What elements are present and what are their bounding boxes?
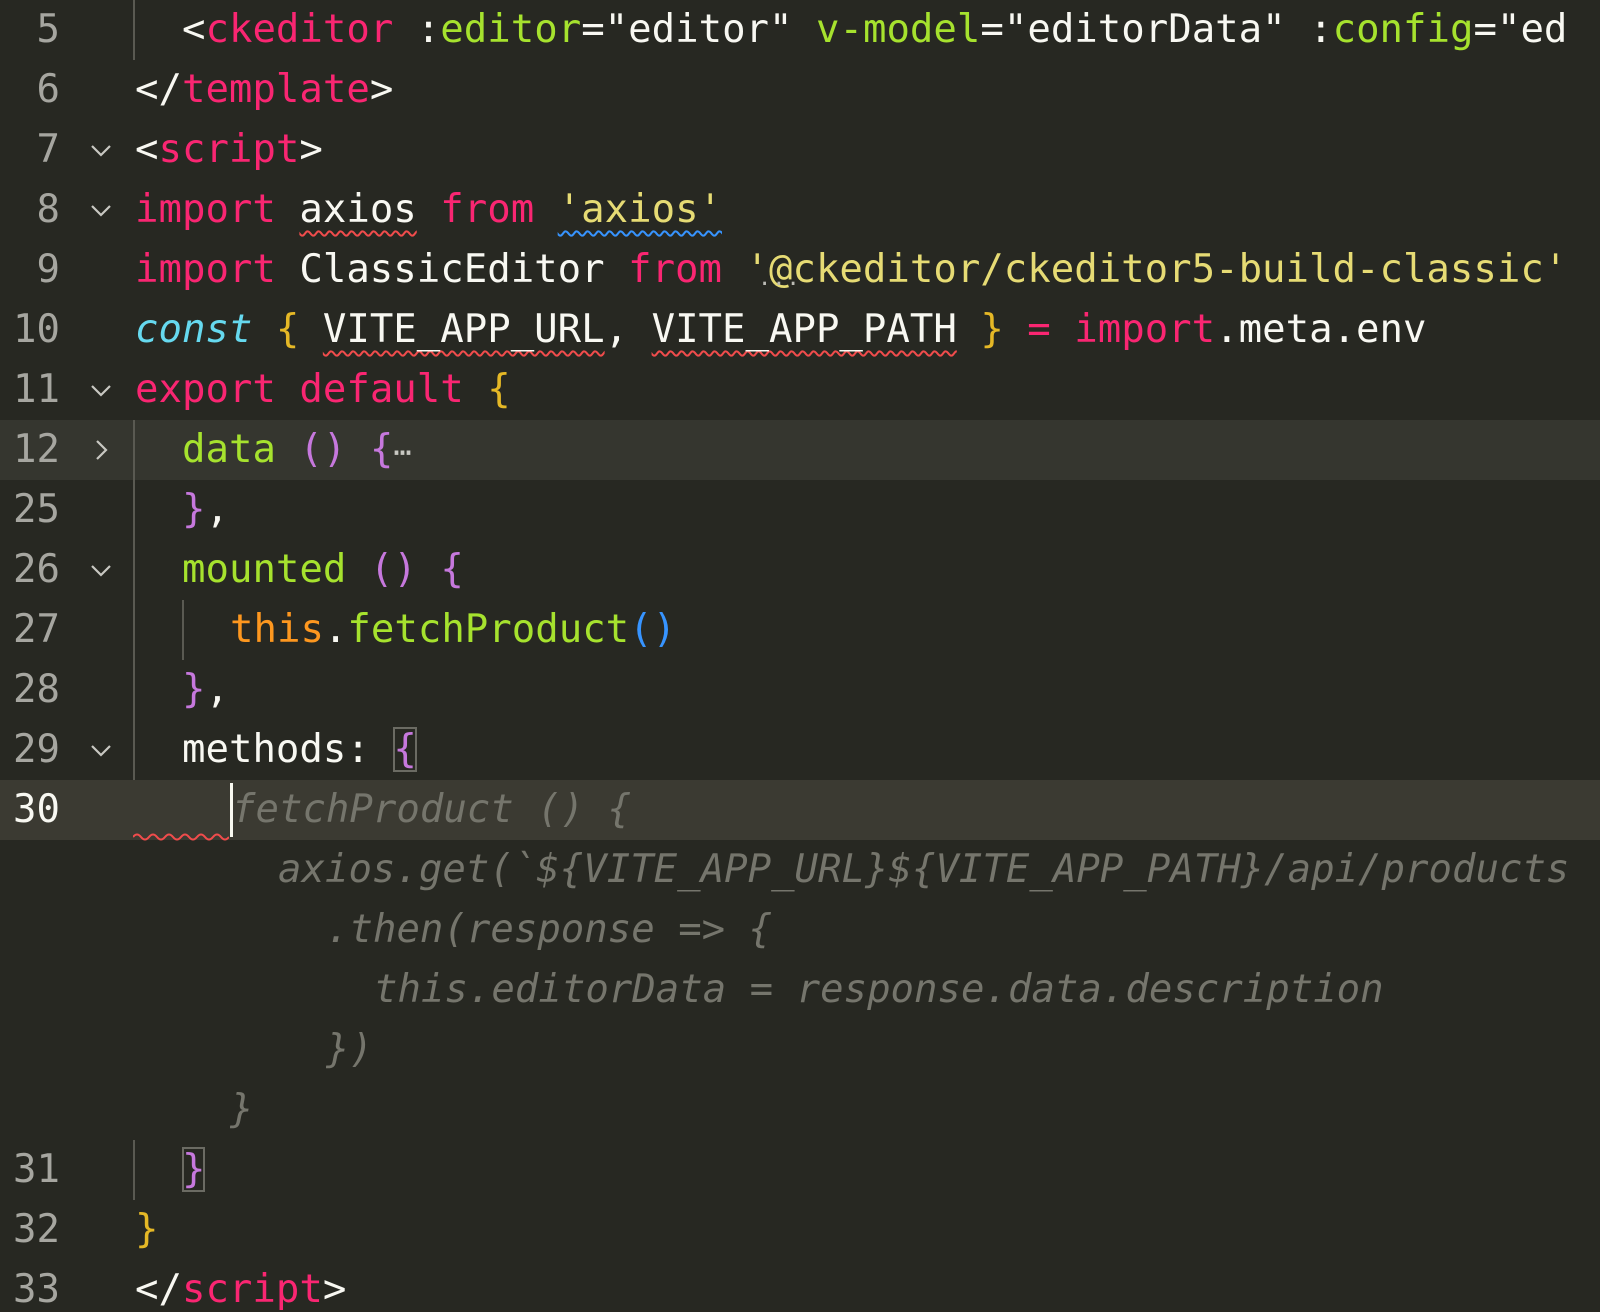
inline-suggestion-text: fetchProduct () {	[232, 787, 632, 832]
code-text: data () {⋯	[182, 427, 412, 472]
code-line[interactable]: 27 this.fetchProduct()	[0, 600, 1600, 660]
code-line[interactable]: 32 }	[0, 1200, 1600, 1260]
chevron-down-icon[interactable]	[87, 180, 115, 240]
code-line-current[interactable]: 30 fetchProduct () {	[0, 780, 1600, 841]
inline-suggestion-text: axios.get(`${VITE_APP_URL}${VITE_APP_PAT…	[278, 847, 1570, 892]
line-number: 27	[13, 607, 60, 652]
code-text: }	[182, 1140, 206, 1200]
chevron-right-icon[interactable]	[87, 420, 115, 480]
code-text: <script>	[135, 127, 323, 172]
code-line[interactable]: 26 mounted () {	[0, 540, 1600, 600]
code-line[interactable]: 28 },	[0, 660, 1600, 720]
line-number: 28	[13, 667, 60, 712]
code-text: import ClassicEditor from '@ckeditor/cke…	[135, 247, 1568, 292]
line-number: 6	[36, 67, 60, 112]
hint-dots: ...	[758, 266, 801, 291]
chevron-down-icon[interactable]	[87, 540, 115, 600]
chevron-down-icon[interactable]	[87, 360, 115, 420]
code-line[interactable]: 29 methods: {	[0, 720, 1600, 780]
code-text: },	[182, 667, 229, 712]
folded-ellipsis[interactable]: ⋯	[393, 435, 411, 470]
code-line[interactable]: 25 },	[0, 480, 1600, 540]
line-number: 25	[13, 487, 60, 532]
line-number: 26	[13, 547, 60, 592]
code-text: export default {	[135, 367, 511, 412]
code-editor[interactable]: 5 <ckeditor :editor="editor" v-model="ed…	[0, 0, 1600, 1312]
line-number: 31	[13, 1147, 60, 1192]
indent-guide	[133, 420, 135, 480]
code-line[interactable]: 11 export default {	[0, 360, 1600, 420]
bracket-match: }	[182, 1147, 206, 1192]
code-text: const { VITE_APP_URL, VITE_APP_PATH } = …	[135, 307, 1427, 352]
line-number: 30	[13, 787, 60, 832]
code-line[interactable]: 8 import axios from 'axios'	[0, 180, 1600, 240]
ghost-line: axios.get(`${VITE_APP_URL}${VITE_APP_PAT…	[0, 840, 1600, 900]
code-text: <ckeditor :editor="editor" v-model="edit…	[182, 7, 1568, 52]
code-line[interactable]: 33 </script>	[0, 1260, 1600, 1312]
code-text: </template>	[135, 67, 394, 112]
code-line[interactable]: 7 <script>	[0, 120, 1600, 180]
code-line[interactable]: 5 <ckeditor :editor="editor" v-model="ed…	[0, 0, 1600, 60]
code-text: this.fetchProduct()	[230, 607, 677, 652]
line-number: 32	[13, 1207, 60, 1252]
code-text: }	[135, 1207, 159, 1252]
code-text: import axios from 'axios'	[135, 187, 723, 232]
chevron-down-icon[interactable]	[87, 120, 115, 180]
code-line[interactable]: 10 const { VITE_APP_URL, VITE_APP_PATH }…	[0, 300, 1600, 360]
line-number: 10	[13, 307, 60, 352]
indent-guide	[133, 720, 135, 780]
indent-guide	[133, 0, 135, 60]
inline-suggestion-text: })	[326, 1027, 373, 1072]
code-text: },	[182, 487, 229, 532]
text-cursor	[230, 783, 233, 837]
indent-guide	[133, 480, 135, 540]
line-number: 8	[36, 187, 60, 232]
line-number: 9	[36, 247, 60, 292]
inline-suggestion-text: this.editorData = response.data.descript…	[374, 967, 1384, 1012]
line-number: 5	[36, 7, 60, 52]
indent-guide	[133, 660, 135, 720]
indent-guide	[182, 600, 184, 660]
line-number: 12	[13, 427, 60, 472]
code-text: mounted () {	[182, 547, 464, 592]
ghost-line: this.editorData = response.data.descript…	[0, 960, 1600, 1020]
ghost-line: })	[0, 1020, 1600, 1080]
inline-suggestion-text: }	[230, 1087, 254, 1132]
bracket-match: {	[393, 727, 417, 772]
line-number: 33	[13, 1267, 60, 1312]
chevron-down-icon[interactable]	[87, 720, 115, 780]
inline-suggestion-text: .then(response => {	[326, 907, 773, 952]
code-line-folded[interactable]: 12 data () {⋯	[0, 420, 1600, 480]
ghost-line: }	[0, 1080, 1600, 1140]
line-number: 29	[13, 727, 60, 772]
code-line[interactable]: 9 import ClassicEditor from '@ckeditor/c…	[0, 240, 1600, 300]
code-line[interactable]: 6 </template>	[0, 60, 1600, 120]
indent-guide	[133, 540, 135, 600]
line-number: 7	[36, 127, 60, 172]
indent-guide	[133, 1140, 135, 1200]
code-text: methods: {	[182, 727, 417, 772]
ghost-line: .then(response => {	[0, 900, 1600, 960]
code-line[interactable]: 31 }	[0, 1140, 1600, 1200]
code-text: </script>	[135, 1267, 347, 1312]
line-number: 11	[13, 367, 60, 412]
indent-guide	[133, 600, 135, 660]
